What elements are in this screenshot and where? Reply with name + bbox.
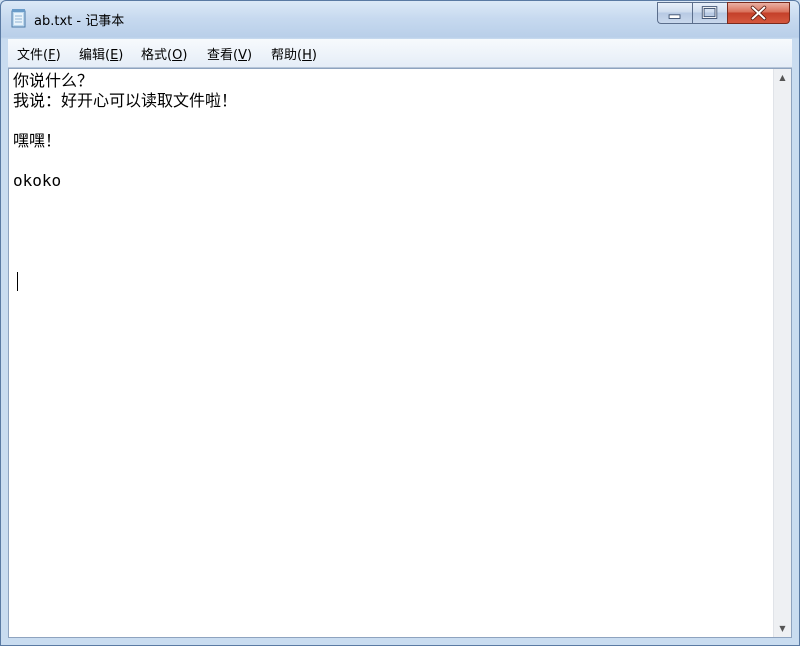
vertical-scrollbar[interactable]: ▲ ▼ bbox=[773, 69, 791, 637]
text-line bbox=[13, 251, 768, 271]
maximize-button[interactable] bbox=[692, 2, 727, 24]
text-line: 你说什么？ bbox=[13, 71, 94, 90]
text-line bbox=[13, 191, 768, 211]
menu-format[interactable]: 格式(O) bbox=[141, 44, 187, 63]
text-editor[interactable]: 你说什么？ 我说：好开心可以读取文件啦！ 嘿嘿！ okoko bbox=[13, 71, 768, 631]
maximize-icon bbox=[701, 6, 718, 19]
text-line bbox=[13, 231, 768, 251]
text-line: 嘿嘿！ bbox=[13, 131, 62, 150]
text-line bbox=[13, 111, 768, 131]
notepad-window: ab.txt - 记事本 文件(F) 编辑(E) 格式(O) 查看(V) 帮助(… bbox=[0, 0, 800, 646]
close-button[interactable] bbox=[727, 2, 790, 24]
text-line: 我说：好开心可以读取文件啦！ bbox=[13, 91, 238, 110]
minimize-button[interactable] bbox=[657, 2, 692, 24]
menu-bar: 文件(F) 编辑(E) 格式(O) 查看(V) 帮助(H) bbox=[8, 39, 792, 68]
menu-file[interactable]: 文件(F) bbox=[17, 44, 61, 63]
text-line bbox=[13, 151, 768, 171]
menu-help[interactable]: 帮助(H) bbox=[271, 44, 317, 63]
menu-edit[interactable]: 编辑(E) bbox=[79, 44, 123, 63]
minimize-icon bbox=[668, 14, 681, 19]
window-title: ab.txt - 记事本 bbox=[34, 14, 125, 29]
close-icon bbox=[750, 5, 767, 21]
text-caret bbox=[17, 272, 18, 291]
scroll-down-arrow-icon[interactable]: ▼ bbox=[774, 620, 791, 637]
notepad-icon bbox=[11, 9, 26, 28]
editor-frame: 你说什么？ 我说：好开心可以读取文件啦！ 嘿嘿！ okoko ▲ ▼ bbox=[8, 68, 792, 638]
scroll-up-arrow-icon[interactable]: ▲ bbox=[774, 69, 791, 86]
menu-view[interactable]: 查看(V) bbox=[207, 44, 252, 63]
text-line bbox=[13, 211, 768, 231]
text-line: okoko bbox=[13, 171, 62, 190]
title-bar[interactable]: ab.txt - 记事本 bbox=[1, 1, 799, 37]
